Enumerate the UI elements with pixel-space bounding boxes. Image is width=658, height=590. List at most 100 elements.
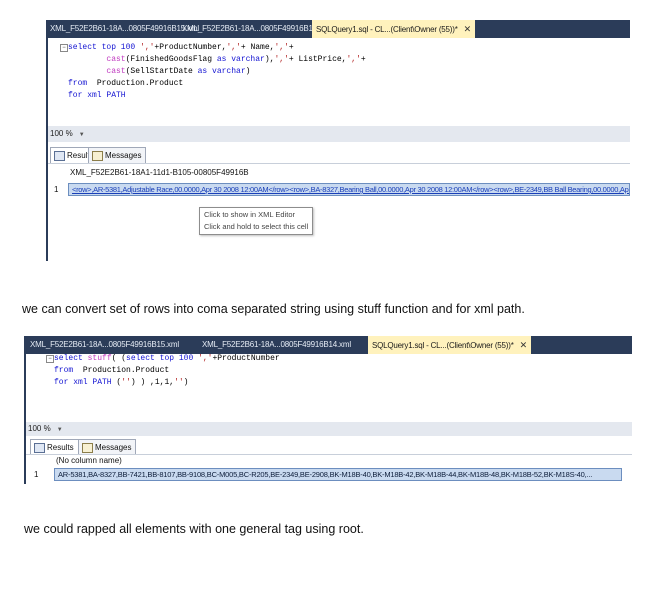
code-line[interactable]: from Production.Product xyxy=(68,78,366,90)
tab-label: SQLQuery1.sql - CL...(Client\Owner (55))… xyxy=(316,25,458,34)
zoom-selector[interactable]: 100 % ▼ xyxy=(28,424,63,433)
tab-label: XML_F52E2B61-18A...0805F49916B14.xml xyxy=(202,340,351,349)
code-line[interactable]: cast(SellStartDate as varchar) xyxy=(68,66,366,78)
close-icon[interactable]: ✕ xyxy=(520,340,528,350)
code-token: +ProductNumber xyxy=(212,354,280,363)
code-token: '' xyxy=(121,378,131,387)
code-token: stuff xyxy=(87,354,112,363)
message-icon xyxy=(82,443,93,453)
code-token: cast xyxy=(68,55,126,64)
minus-box-icon[interactable]: − xyxy=(60,44,68,52)
code-token: as varchar xyxy=(216,55,265,64)
code-token: ) xyxy=(245,67,251,76)
code-token: +ProductNumber, xyxy=(154,43,227,52)
code-line[interactable]: select stuff( (select top 100 ','+Produc… xyxy=(54,353,280,365)
code-token: Production.Product xyxy=(92,79,184,88)
tab-label: XML_F52E2B61-18A...0805F49916B15.xml xyxy=(50,24,199,33)
code-token: + xyxy=(288,43,294,52)
tab-results-label: Results xyxy=(47,443,74,452)
results-grid: (No column name) 1 AR-5381,BA-8327,BB-74… xyxy=(26,454,632,484)
result-tabs: Results Messages xyxy=(30,439,230,455)
code-token: (SellStartDate xyxy=(125,67,198,76)
code-token: ',' xyxy=(140,43,155,52)
tab-messages[interactable]: Messages xyxy=(78,439,137,455)
result-cell[interactable]: AR-5381,BA-8327,BB-7421,BB-8107,BB-9108,… xyxy=(54,468,622,481)
tab-sqlquery1[interactable]: SQLQuery1.sql - CL...(Client\Owner (55))… xyxy=(312,20,475,38)
tooltip-line-1: Click to show in XML Editor xyxy=(204,210,296,219)
code-token: ) xyxy=(183,378,189,387)
editor-status-strip: 100 % ▼ xyxy=(26,422,632,436)
tab-label: XML_F52E2B61-18A...0805F49916B14.xml xyxy=(182,24,331,33)
query-editor[interactable]: − select stuff( (select top 100 ','+Prod… xyxy=(26,354,632,424)
paragraph-2: we could rapped all elements with one ge… xyxy=(24,522,364,536)
code-token: ',' xyxy=(226,43,241,52)
code-token: ',' xyxy=(274,55,289,64)
zoom-selector[interactable]: 100 % ▼ xyxy=(50,129,85,138)
code-token: + xyxy=(360,55,366,64)
code-token: from xyxy=(68,79,93,88)
code-token: + ListPrice, xyxy=(288,55,347,64)
code-token: ( ( xyxy=(111,354,127,363)
tab-xml-b15[interactable]: XML_F52E2B61-18A...0805F49916B15.xml xyxy=(50,20,199,38)
code-line[interactable]: for xml PATH xyxy=(68,90,366,102)
code-token: for xml PATH xyxy=(68,91,126,100)
code-token: '' xyxy=(174,378,184,387)
minus-box-icon[interactable]: − xyxy=(46,355,54,363)
code-line[interactable]: for xml PATH ('') ) ,1,1,'') xyxy=(54,377,280,389)
code-line[interactable]: from Production.Product xyxy=(54,365,280,377)
document-tab-bar: XML_F52E2B61-18A...0805F49916B15.xml XML… xyxy=(24,336,632,354)
sql-code[interactable]: select stuff( (select top 100 ','+Produc… xyxy=(54,353,280,389)
cell-tooltip: Click to show in XML Editor Click and ho… xyxy=(199,207,314,235)
row-number[interactable]: 1 xyxy=(54,185,58,194)
column-header[interactable]: (No column name) xyxy=(56,456,122,465)
tab-xml-b14[interactable]: XML_F52E2B61-18A...0805F49916B14.xml xyxy=(182,20,331,38)
screenshot-1: XML_F52E2B61-18A...0805F49916B15.xml XML… xyxy=(46,20,630,261)
document-tab-bar: XML_F52E2B61-18A...0805F49916B15.xml XML… xyxy=(46,20,630,38)
column-header[interactable]: XML_F52E2B61-18A1-11d1-B105-00805F49916B xyxy=(70,168,249,177)
close-icon[interactable]: ✕ xyxy=(464,24,472,34)
code-token: select xyxy=(54,354,88,363)
code-token: ) ) ,1,1, xyxy=(130,378,175,387)
tab-label: SQLQuery1.sql - CL...(Client\Owner (55))… xyxy=(372,341,514,350)
zoom-value: 100 % xyxy=(28,424,51,433)
chevron-down-icon: ▼ xyxy=(78,132,85,138)
xml-result-cell[interactable]: <row>,AR-5381,Adjustable Race,00.0000,Ap… xyxy=(68,183,630,196)
screenshot-2: XML_F52E2B61-18A...0805F49916B15.xml XML… xyxy=(24,336,632,484)
code-token: (FinishedGoodsFlag xyxy=(125,55,217,64)
paragraph-1: we can convert set of rows into coma sep… xyxy=(22,302,525,316)
code-token: as varchar xyxy=(197,67,246,76)
result-tabs: Results Messages xyxy=(50,147,250,163)
message-icon xyxy=(92,151,103,161)
code-token: from xyxy=(54,366,79,375)
code-token: ',' xyxy=(346,55,361,64)
tab-label: XML_F52E2B61-18A...0805F49916B15.xml xyxy=(30,340,179,349)
chevron-down-icon: ▼ xyxy=(56,427,63,433)
tooltip-line-2: Click and hold to select this cell xyxy=(204,222,309,231)
results-grid: XML_F52E2B61-18A1-11d1-B105-00805F49916B… xyxy=(48,163,630,261)
code-token: ',' xyxy=(274,43,289,52)
tab-results[interactable]: Results xyxy=(30,439,79,455)
grid-icon xyxy=(34,443,45,453)
code-token: ), xyxy=(264,55,275,64)
query-editor[interactable]: − select top 100 ','+ProductNumber,','+ … xyxy=(48,38,630,128)
code-token: select top 100 xyxy=(126,354,199,363)
tab-messages-label: Messages xyxy=(105,151,142,160)
code-token: select top 100 xyxy=(68,43,141,52)
grid-icon xyxy=(54,151,65,161)
code-token: ',' xyxy=(198,354,213,363)
code-line[interactable]: cast(FinishedGoodsFlag as varchar),','+ … xyxy=(68,54,366,66)
code-token: cast xyxy=(68,67,126,76)
code-line[interactable]: select top 100 ','+ProductNumber,','+ Na… xyxy=(68,42,366,54)
tab-xml-b15[interactable]: XML_F52E2B61-18A...0805F49916B15.xml xyxy=(30,336,179,354)
code-token: for xml PATH xyxy=(54,378,117,387)
editor-status-strip: 100 % ▼ xyxy=(48,126,630,142)
sql-code[interactable]: select top 100 ','+ProductNumber,','+ Na… xyxy=(68,42,366,102)
zoom-value: 100 % xyxy=(50,129,73,138)
code-token: Production.Product xyxy=(78,366,170,375)
tab-messages-label: Messages xyxy=(95,443,132,452)
row-number[interactable]: 1 xyxy=(34,470,38,479)
tab-messages[interactable]: Messages xyxy=(88,147,147,163)
tab-xml-b14[interactable]: XML_F52E2B61-18A...0805F49916B14.xml xyxy=(202,336,351,354)
tab-sqlquery1[interactable]: SQLQuery1.sql - CL...(Client\Owner (55))… xyxy=(368,336,531,354)
code-token: + Name, xyxy=(240,43,275,52)
